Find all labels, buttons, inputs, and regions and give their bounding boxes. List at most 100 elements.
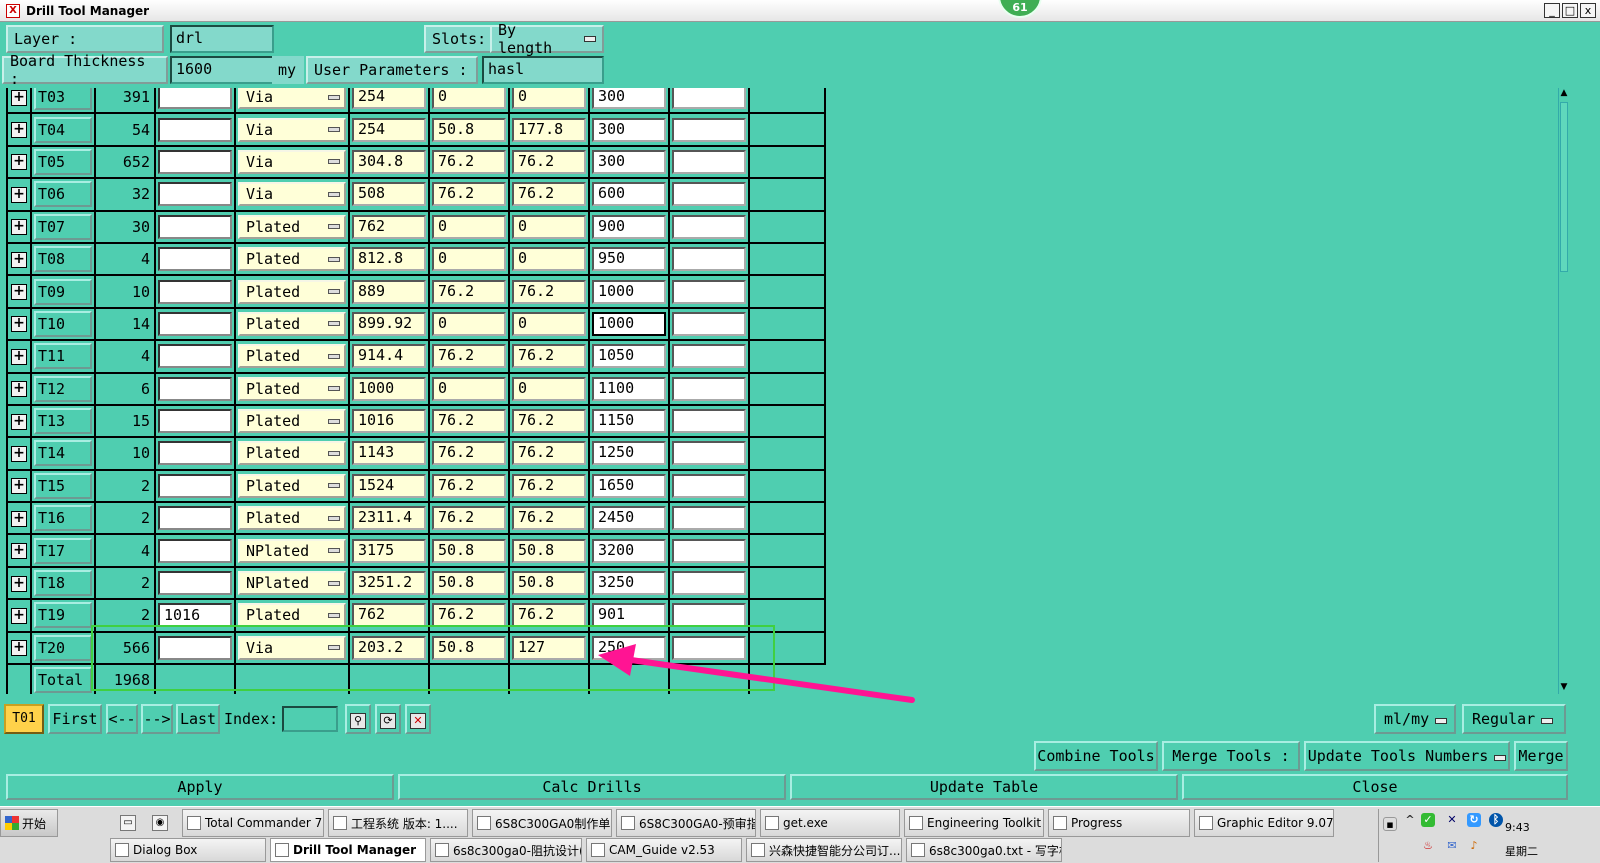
- minus-tolerance-input[interactable]: 76.2: [512, 473, 586, 498]
- flame-icon[interactable]: ♨: [1421, 839, 1435, 853]
- plus-tolerance-input[interactable]: 76.2: [432, 279, 506, 304]
- type-dropdown[interactable]: Plated: [238, 376, 346, 401]
- width-input[interactable]: [158, 538, 232, 563]
- type-dropdown[interactable]: Plated: [238, 247, 346, 272]
- taskbar-item-get-exe[interactable]: get.exe: [760, 809, 900, 837]
- plus-tolerance-input[interactable]: 76.2: [432, 603, 506, 628]
- board-thickness-input[interactable]: 1600: [170, 56, 274, 84]
- plus-tolerance-input[interactable]: 76.2: [432, 473, 506, 498]
- taskbar-item-impedance-design[interactable]: 6s8c300ga0-阻抗设计(...: [430, 838, 582, 862]
- expand-icon[interactable]: +: [11, 316, 27, 333]
- expand-icon[interactable]: +: [11, 186, 27, 203]
- width-input[interactable]: [158, 409, 232, 434]
- type-dropdown[interactable]: Via: [238, 149, 346, 174]
- expand-icon[interactable]: +: [11, 413, 27, 430]
- plus-tolerance-input[interactable]: 0: [432, 247, 506, 272]
- tool-name-button[interactable]: T13: [34, 408, 92, 435]
- tool-name-button[interactable]: T06: [34, 181, 92, 208]
- taskbar-item-total-commander[interactable]: Total Commander 7.0 ...: [182, 809, 324, 837]
- bluetooth-icon[interactable]: ᛒ: [1489, 813, 1503, 827]
- minus-tolerance-input[interactable]: 76.2: [512, 149, 586, 174]
- width-input[interactable]: [158, 344, 232, 369]
- type-dropdown[interactable]: NPlated: [238, 538, 346, 563]
- finish-size-input[interactable]: 1000: [352, 376, 426, 401]
- taskbar-item-progress[interactable]: Progress: [1048, 809, 1190, 837]
- finish-size-input[interactable]: 762: [352, 214, 426, 239]
- type-dropdown[interactable]: Via: [238, 117, 346, 142]
- drill-size-input[interactable]: 1000: [592, 311, 666, 336]
- expand-icon[interactable]: +: [11, 478, 27, 495]
- minus-tolerance-input[interactable]: 0: [512, 311, 586, 336]
- scroll-up-icon[interactable]: ▲: [1559, 88, 1568, 100]
- tool-name-button[interactable]: T08: [34, 246, 92, 273]
- note-input[interactable]: [672, 182, 746, 207]
- width-input[interactable]: [158, 376, 232, 401]
- note-input[interactable]: [672, 117, 746, 142]
- width-input[interactable]: [158, 182, 232, 207]
- type-dropdown[interactable]: Plated: [238, 279, 346, 304]
- plus-tolerance-input[interactable]: 50.8: [432, 571, 506, 596]
- plus-tolerance-input[interactable]: 50.8: [432, 117, 506, 142]
- tool-name-button[interactable]: T12: [34, 375, 92, 402]
- close-button[interactable]: Close: [1182, 774, 1568, 800]
- finish-size-input[interactable]: 914.4: [352, 344, 426, 369]
- minus-tolerance-input[interactable]: 76.2: [512, 441, 586, 466]
- minus-tolerance-input[interactable]: 0: [512, 376, 586, 401]
- drill-size-input[interactable]: 950: [592, 247, 666, 272]
- minus-tolerance-input[interactable]: 50.8: [512, 571, 586, 596]
- scroll-down-icon[interactable]: ▼: [1559, 682, 1568, 694]
- minus-tolerance-input[interactable]: 127: [512, 635, 586, 660]
- expand-icon[interactable]: +: [11, 510, 27, 527]
- drill-size-input[interactable]: 1050: [592, 344, 666, 369]
- finish-size-input[interactable]: 899.92: [352, 311, 426, 336]
- finish-size-input[interactable]: 762: [352, 603, 426, 628]
- type-dropdown[interactable]: Plated: [238, 473, 346, 498]
- type-dropdown[interactable]: Via: [238, 635, 346, 660]
- plus-tolerance-input[interactable]: 76.2: [432, 506, 506, 531]
- minus-tolerance-input[interactable]: 0: [512, 88, 586, 110]
- expand-icon[interactable]: +: [11, 640, 27, 657]
- finish-size-input[interactable]: 304.8: [352, 149, 426, 174]
- tool-name-button[interactable]: T14: [34, 440, 92, 467]
- drill-size-input[interactable]: 3250: [592, 571, 666, 596]
- network-icon[interactable]: ▪: [1383, 817, 1397, 831]
- desktop-icon[interactable]: ▭: [120, 815, 136, 831]
- minus-tolerance-input[interactable]: 76.2: [512, 182, 586, 207]
- finish-size-input[interactable]: 1143: [352, 441, 426, 466]
- sound-icon[interactable]: ♪: [1467, 839, 1481, 853]
- note-input[interactable]: [672, 441, 746, 466]
- calc-drills-button[interactable]: Calc Drills: [398, 774, 786, 800]
- taskbar-item-engineering-system[interactable]: 工程系统 版本: 1....: [328, 809, 468, 837]
- plus-tolerance-input[interactable]: 76.2: [432, 149, 506, 174]
- expand-icon[interactable]: +: [11, 284, 27, 301]
- drill-size-input[interactable]: 250: [592, 635, 666, 660]
- sync-icon[interactable]: ↻: [1467, 813, 1481, 827]
- index-input[interactable]: [282, 706, 338, 732]
- tool-name-button[interactable]: T04: [34, 116, 92, 143]
- drill-size-input[interactable]: 1250: [592, 441, 666, 466]
- tool-name-button[interactable]: T15: [34, 472, 92, 499]
- drill-size-input[interactable]: 300: [592, 88, 666, 110]
- drill-size-input[interactable]: 900: [592, 214, 666, 239]
- tool-name-button[interactable]: T03: [34, 88, 92, 111]
- plus-tolerance-input[interactable]: 76.2: [432, 441, 506, 466]
- plus-tolerance-input[interactable]: 50.8: [432, 635, 506, 660]
- tool-name-button[interactable]: T11: [34, 343, 92, 370]
- tool-name-button[interactable]: T16: [34, 505, 92, 532]
- user-parameters-input[interactable]: hasl: [482, 56, 604, 84]
- tool-name-button[interactable]: T09: [34, 278, 92, 305]
- note-input[interactable]: [672, 311, 746, 336]
- drill-size-input[interactable]: 1000: [592, 279, 666, 304]
- width-input[interactable]: [158, 506, 232, 531]
- tool-name-button[interactable]: T19: [34, 602, 92, 629]
- note-input[interactable]: [672, 635, 746, 660]
- plus-tolerance-input[interactable]: 76.2: [432, 182, 506, 207]
- width-input[interactable]: [158, 311, 232, 336]
- finish-size-input[interactable]: 203.2: [352, 635, 426, 660]
- taskbar-item-graphic-editor[interactable]: Graphic Editor 9.07b2...: [1194, 809, 1334, 837]
- minus-tolerance-input[interactable]: 76.2: [512, 409, 586, 434]
- expand-icon[interactable]: +: [11, 251, 27, 268]
- plus-tolerance-input[interactable]: 0: [432, 376, 506, 401]
- expand-icon[interactable]: +: [11, 154, 27, 171]
- update-table-button[interactable]: Update Table: [790, 774, 1178, 800]
